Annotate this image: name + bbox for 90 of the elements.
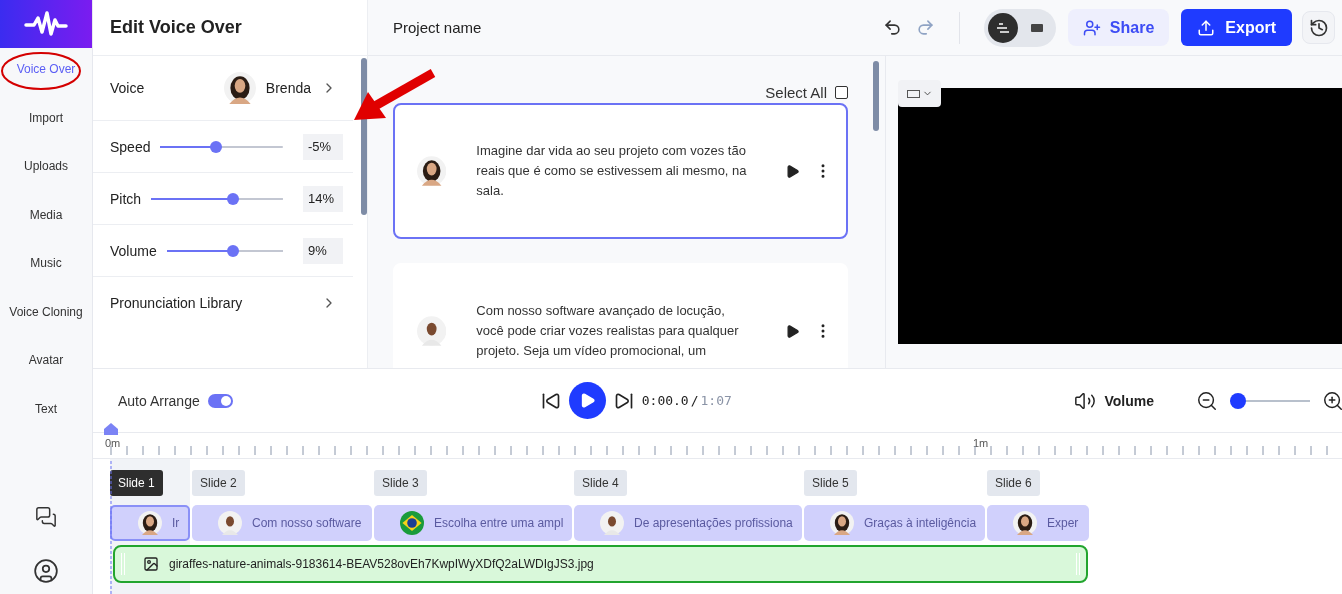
sidebar-item[interactable]: Import — [0, 93, 92, 142]
select-all-checkbox[interactable]: Select All — [765, 84, 848, 101]
script-text[interactable]: Imagine dar vida ao seu projeto com vozes tão reais que é como se estivessem ali mesmo, na sala. — [476, 141, 755, 201]
sidebar-item[interactable]: Music — [0, 239, 92, 288]
voice-clip[interactable]: Graças à inteligência — [804, 505, 985, 541]
voice-clip[interactable]: Exper — [987, 505, 1089, 541]
voice-clip[interactable]: De apresentações profissiona — [574, 505, 802, 541]
sidebar-item[interactable]: Text — [0, 384, 92, 433]
redo-icon — [915, 18, 935, 37]
avatar — [218, 511, 242, 535]
view-option[interactable] — [987, 12, 1018, 43]
upload-icon — [1197, 18, 1216, 37]
sidebar-item[interactable]: Uploads — [0, 142, 92, 191]
play-icon[interactable] — [785, 163, 800, 179]
avatar — [417, 156, 447, 186]
export-button[interactable]: Export — [1181, 9, 1292, 46]
voice-clip[interactable]: Ir — [110, 505, 190, 541]
image-icon — [143, 556, 159, 572]
media-file-name: giraffes-nature-animals-9183614-BEAV528ovEh7KwpIWyXDfQ2aLWDIgJS3.jpg — [169, 557, 594, 571]
clip-text: Graças à inteligência — [864, 516, 977, 530]
avatar — [417, 316, 447, 346]
zoom-in-icon[interactable] — [1322, 389, 1342, 412]
media-clip[interactable]: giraffes-nature-animals-9183614-BEAV528ovEh7KwpIWyXDfQ2aLWDIgJS3.jpg — [113, 545, 1088, 583]
undo-button[interactable] — [882, 18, 902, 37]
slide-tag[interactable]: Slide 5 — [804, 470, 857, 496]
total-time: 1:07 — [700, 393, 732, 408]
value-field[interactable]: 9% — [303, 237, 343, 264]
user-plus-icon — [1082, 18, 1101, 37]
play-icon[interactable] — [785, 323, 800, 339]
script-card[interactable]: Com nosso software avançado de locução, você pode criar vozes realistas para qualquer projeto. Seja um vídeo promocional, um — [393, 263, 848, 368]
slider-label: Pitch — [110, 190, 142, 207]
clip-text: Ir — [172, 516, 180, 530]
slide-tag[interactable]: Slide 6 — [987, 470, 1040, 496]
time-separator: / — [690, 393, 699, 408]
avatar — [1013, 511, 1037, 535]
value-field[interactable]: -5% — [303, 133, 343, 160]
avatar — [830, 511, 854, 535]
sidebar-item[interactable]: Avatar — [0, 336, 92, 385]
avatar — [600, 511, 624, 535]
slide-tag[interactable]: Slide 4 — [574, 470, 627, 496]
playhead[interactable] — [103, 421, 119, 594]
sidebar-item[interactable]: Media — [0, 190, 92, 239]
avatar — [223, 72, 256, 104]
script-text[interactable]: Com nosso software avançado de locução, você pode criar vozes realistas para qualquer projeto. Seja um vídeo promocional, um — [476, 301, 755, 361]
voice-clip[interactable]: Escolha entre uma ampl — [374, 505, 572, 541]
sidebar-item[interactable]: Voice Over — [0, 45, 92, 94]
value-field[interactable]: 14% — [303, 185, 343, 212]
history-button[interactable] — [1302, 11, 1335, 44]
clip-text: De apresentações profissiona — [634, 516, 793, 530]
auto-arrange-label: Auto Arrange — [118, 392, 200, 409]
slide-tag[interactable]: Slide 3 — [374, 470, 427, 496]
clip-text: Com nosso software — [252, 516, 362, 530]
zoom-out-icon[interactable] — [1196, 389, 1218, 412]
flag-icon — [400, 511, 424, 535]
slider-label: Volume — [110, 242, 157, 259]
voice-clip[interactable]: Com nosso software — [192, 505, 372, 541]
volume-label[interactable]: Volume — [1104, 392, 1154, 409]
ruler-label: 1m — [973, 437, 989, 449]
play-button[interactable] — [568, 382, 606, 419]
auto-arrange-toggle[interactable] — [207, 393, 233, 408]
sidebar-item[interactable]: Voice Cloning — [0, 287, 92, 336]
current-time: 0:00.0 — [641, 393, 689, 408]
rectangle-icon — [906, 89, 920, 98]
history-icon — [1308, 17, 1329, 38]
clip-text: Exper — [1047, 516, 1079, 530]
avatar — [138, 511, 162, 535]
ruler-label: 0m — [105, 437, 121, 449]
voice-name[interactable]: Brenda — [265, 80, 311, 96]
rectangle-icon — [1029, 22, 1044, 33]
script-card[interactable]: Imagine dar vida ao seu projeto com vozes tão reais que é como se estivessem ali mesmo, na sala. — [393, 103, 848, 239]
clip-text: Escolha entre uma ampl — [434, 516, 564, 530]
user-icon[interactable] — [33, 558, 59, 584]
zoom-slider-thumb[interactable] — [1230, 392, 1246, 409]
undo-icon — [882, 18, 902, 37]
project-name[interactable]: Project name — [393, 19, 482, 36]
panel-title: Edit Voice Over — [110, 17, 242, 38]
share-button[interactable]: Share — [1067, 9, 1170, 46]
slider-label: Speed — [110, 138, 151, 155]
slider-thumb[interactable] — [226, 192, 239, 205]
chat-icon[interactable] — [35, 506, 57, 528]
aspect-ratio-button[interactable] — [898, 80, 941, 107]
app-logo[interactable] — [0, 0, 92, 48]
pronunciation-library-link[interactable]: Pronunciation Library — [110, 295, 243, 311]
slide-tag[interactable]: Slide 1 — [110, 470, 163, 496]
voice-label: Voice — [110, 80, 145, 96]
slide-tag[interactable]: Slide 2 — [192, 470, 245, 496]
lines-icon — [995, 21, 1010, 34]
slider-thumb[interactable] — [227, 244, 240, 257]
slider-thumb[interactable] — [210, 140, 223, 153]
scrollbar[interactable] — [873, 61, 879, 131]
